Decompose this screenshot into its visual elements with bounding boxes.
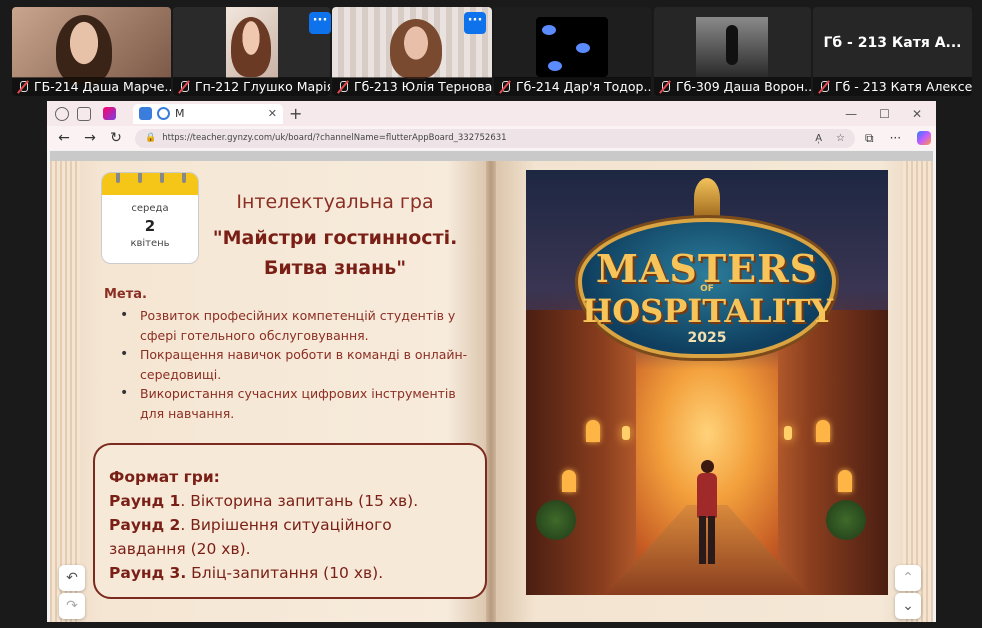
participant-name: ГБ-214 Даша Марче... — [34, 79, 171, 94]
goal-item: Використання сучасних цифрових інструмен… — [120, 384, 480, 423]
url-text: https://teacher.gynzy.com/uk/board/?chan… — [162, 133, 507, 143]
mic-muted-icon — [16, 80, 30, 94]
shared-screen: М ✕ + — ☐ ✕ ← → ↻ 🔒 https://teacher.gynz… — [47, 101, 936, 622]
mic-muted-icon — [498, 80, 512, 94]
site-favicon-icon — [103, 107, 116, 120]
copilot-icon[interactable] — [917, 130, 932, 145]
game-title-line3: Битва знань" — [263, 257, 407, 279]
book-edge-left — [50, 161, 80, 622]
profile-icon[interactable] — [55, 106, 69, 121]
participant-tile[interactable]: Гб-214 Дар'я Тодор... — [494, 7, 651, 96]
participant-tile-label: Гб - 213 Катя А... — [823, 35, 962, 51]
participant-more-button[interactable]: ··· — [309, 12, 331, 34]
browser-tab-active[interactable]: М ✕ — [133, 103, 283, 124]
participant-video — [494, 7, 651, 78]
favorite-star-icon[interactable]: ☆ — [836, 133, 845, 144]
workspaces-icon[interactable] — [77, 106, 91, 121]
read-aloud-icon[interactable]: A̩ — [815, 133, 822, 144]
participant-video-off: Гб - 213 Катя А... — [813, 7, 972, 78]
masters-of-hospitality-poster: MASTERS OF HOSPITALITY 2025 — [526, 170, 888, 595]
gynzy-favicon-icon — [139, 107, 152, 120]
participant-more-button[interactable]: ··· — [464, 12, 486, 34]
goal-item: Розвиток професійних компетенцій студент… — [120, 306, 480, 345]
poster-figure — [692, 460, 722, 565]
participant-tile[interactable]: Гб - 213 Катя А... Гб - 213 Катя Алексе.… — [813, 7, 972, 96]
participant-video — [12, 7, 171, 85]
game-title-line2: "Майстри гостинності. — [212, 227, 458, 249]
game-title: "Майстри гостинності. Битва знань" — [200, 223, 470, 283]
participant-name: Гб-214 Дар'я Тодор... — [516, 79, 651, 94]
mic-muted-icon — [817, 80, 831, 94]
collections-icon[interactable]: ⧉ — [865, 131, 874, 146]
participant-video — [654, 7, 811, 78]
format-heading: Формат гри: — [109, 468, 220, 486]
undo-icon[interactable]: ↶ — [59, 565, 85, 591]
forward-icon[interactable]: → — [77, 130, 103, 146]
participant-strip: ГБ-214 Даша Марче... Гп-212 Глушко Марія… — [0, 0, 982, 100]
mic-muted-icon — [658, 80, 672, 94]
round-2: Раунд 2. Вирішення ситуаційного завдання… — [109, 516, 392, 558]
book-edge-right — [903, 161, 933, 622]
menu-dots-icon[interactable]: ··· — [890, 131, 901, 146]
participant-tile[interactable]: Гп-212 Глушко Марія — [173, 7, 330, 96]
participant-video — [173, 7, 330, 78]
lock-icon: 🔒 — [145, 133, 157, 143]
poster-year: 2025 — [687, 330, 727, 346]
maximize-icon[interactable]: ☐ — [879, 107, 890, 121]
mic-muted-icon — [336, 80, 350, 94]
poster-title-line2: HOSPITALITY — [582, 292, 834, 330]
close-window-icon[interactable]: ✕ — [912, 107, 922, 121]
scroll-up-icon[interactable]: ⌃ — [895, 565, 921, 591]
redo-icon[interactable]: ↷ — [59, 593, 85, 619]
address-bar[interactable]: 🔒 https://teacher.gynzy.com/uk/board/?ch… — [135, 128, 855, 148]
board-book-page: середа 2 квітень Інтелектуальна гра "Май… — [50, 161, 933, 622]
poster-banner: MASTERS OF HOSPITALITY 2025 — [578, 218, 836, 358]
goal-item: Покращення навичок роботи в команді в он… — [120, 345, 480, 384]
minimize-icon[interactable]: — — [845, 107, 857, 121]
browser-tab-bar: М ✕ + — ☐ ✕ — [47, 101, 936, 126]
scroll-down-icon[interactable]: ⌄ — [895, 593, 921, 619]
participant-name: Гб-213 Юлія Тернова — [354, 79, 492, 94]
participant-tile[interactable]: Гб-309 Даша Ворон... — [654, 7, 811, 96]
participant-tile[interactable]: ··· Гб-213 Юлія Тернова — [332, 7, 492, 96]
loading-icon — [157, 107, 170, 120]
participant-tile[interactable]: ГБ-214 Даша Марче... — [12, 7, 171, 96]
format-box: Формат гри: Раунд 1. Вікторина запитань … — [93, 443, 487, 599]
participant-name: Гб - 213 Катя Алексе... — [835, 79, 972, 94]
board-toolbar-strip — [50, 151, 933, 161]
back-icon[interactable]: ← — [51, 130, 77, 146]
calendar-day: 2 — [144, 217, 156, 235]
new-tab-button[interactable]: + — [289, 104, 302, 123]
participant-name: Гп-212 Глушко Марія — [195, 79, 330, 94]
goals-list: Розвиток професійних компетенцій студент… — [120, 306, 480, 423]
calendar-weekday: середа — [131, 203, 169, 214]
round-3: Раунд 3. Бліц-запитання (10 хв). — [109, 564, 384, 582]
close-tab-icon[interactable]: ✕ — [268, 107, 277, 120]
game-title-line1: Інтелектуальна гра — [236, 191, 434, 213]
mic-muted-icon — [177, 80, 191, 94]
participant-name: Гб-309 Даша Ворон... — [676, 79, 811, 94]
browser-toolbar: ← → ↻ 🔒 https://teacher.gynzy.com/uk/boa… — [47, 126, 936, 150]
calendar-widget: середа 2 квітень — [101, 172, 199, 264]
tab-title: М — [175, 107, 185, 120]
browser-tab[interactable] — [97, 104, 127, 124]
calendar-month: квітень — [130, 238, 170, 249]
reload-icon[interactable]: ↻ — [103, 130, 129, 146]
goal-label: Мета. — [104, 287, 147, 302]
round-1: Раунд 1. Вікторина запитань (15 хв). — [109, 492, 419, 510]
